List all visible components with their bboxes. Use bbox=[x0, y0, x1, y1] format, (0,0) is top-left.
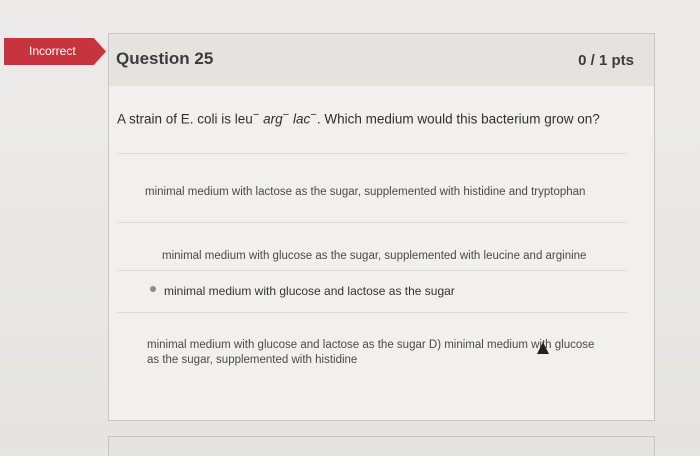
answer-label-line1: minimal medium with glucose and lactose … bbox=[147, 339, 595, 351]
answer-label: minimal medium with lactose as the sugar… bbox=[145, 186, 586, 198]
incorrect-label: Incorrect bbox=[29, 44, 76, 58]
superscript-minus-1: − bbox=[252, 109, 260, 121]
answer-label: minimal medium with glucose and lactose … bbox=[164, 284, 455, 298]
answer-label-line2: as the sugar, supplemented with histidin… bbox=[147, 354, 358, 366]
question-title: Question 25 bbox=[116, 49, 214, 68]
answer-option-3[interactable]: minimal medium with glucose and lactose … bbox=[164, 284, 455, 298]
question-body: A strain of E. coli is leu− arg− lac−. W… bbox=[109, 86, 654, 420]
superscript-minus-3: − bbox=[310, 109, 317, 121]
answer-option-1[interactable]: minimal medium with lactose as the sugar… bbox=[145, 186, 585, 198]
answer-label: minimal medium with glucose as the sugar… bbox=[162, 250, 587, 262]
divider bbox=[117, 153, 627, 154]
selected-radio-icon[interactable] bbox=[150, 286, 156, 292]
incorrect-badge: Incorrect bbox=[4, 38, 106, 65]
mouse-cursor-icon bbox=[537, 342, 549, 354]
answer-option-2[interactable]: minimal medium with glucose as the sugar… bbox=[162, 250, 586, 262]
question-text-arg: arg bbox=[263, 111, 283, 127]
answer-option-4[interactable]: minimal medium with glucose and lactose … bbox=[147, 338, 597, 368]
divider bbox=[117, 270, 627, 271]
divider bbox=[117, 222, 627, 223]
superscript-minus-2: − bbox=[282, 109, 290, 121]
question-points: 0 / 1 pts bbox=[578, 52, 634, 69]
divider bbox=[117, 312, 627, 313]
question-text-prefix: A strain of E. coli is leu bbox=[117, 111, 253, 127]
quiz-results-page: Incorrect Question 25 0 / 1 pts A strain… bbox=[0, 0, 700, 456]
question-text-suffix: . Which medium would this bacterium grow… bbox=[316, 111, 600, 127]
next-question-card bbox=[108, 436, 655, 456]
question-text-lac: lac bbox=[293, 111, 311, 127]
question-header: Question 25 0 / 1 pts bbox=[109, 34, 654, 87]
question-card: Question 25 0 / 1 pts A strain of E. col… bbox=[108, 33, 655, 421]
question-text: A strain of E. coli is leu− arg− lac−. W… bbox=[117, 109, 600, 127]
